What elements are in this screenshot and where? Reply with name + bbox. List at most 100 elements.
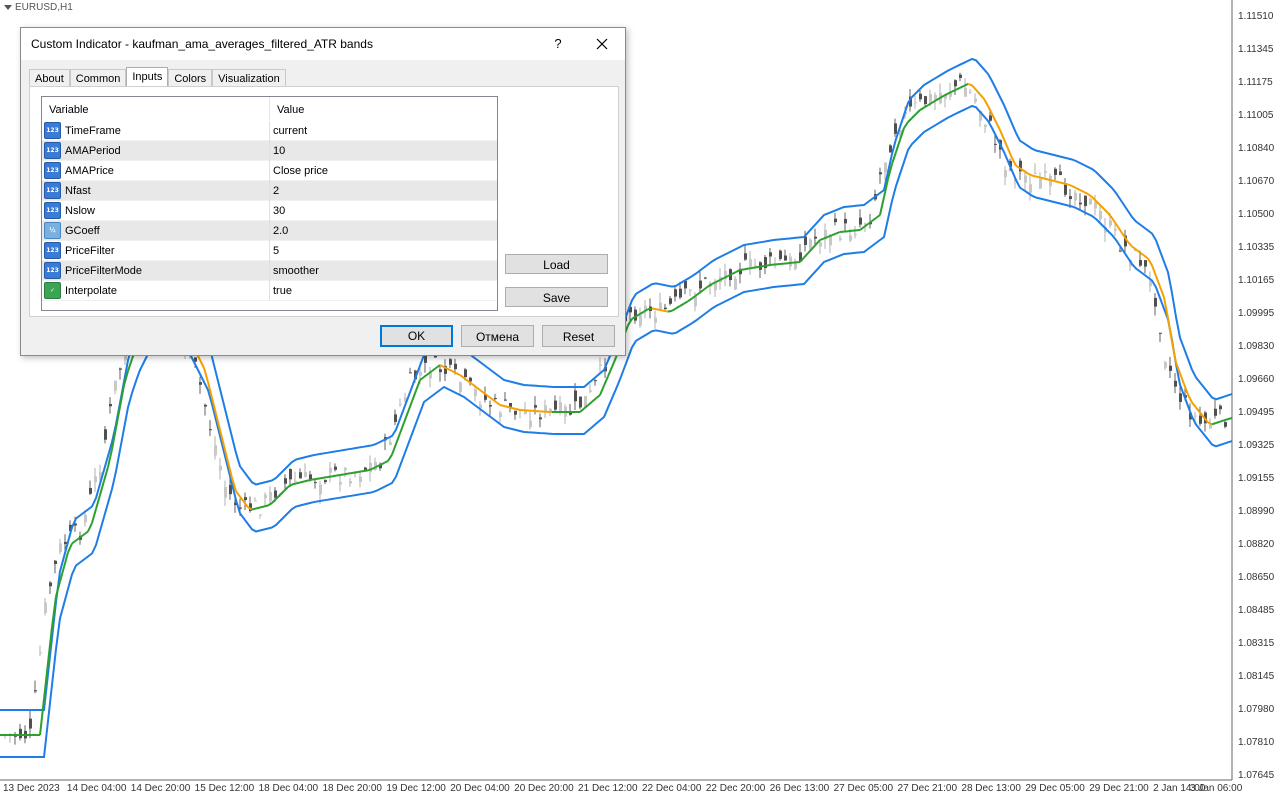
ama-line-segment [307,478,313,482]
input-variable-name: AMAPrice [65,164,114,177]
input-variable-name: AMAPeriod [65,144,121,157]
candle-body [769,252,772,257]
help-button[interactable]: ? [551,36,565,51]
candle-body [1039,178,1042,189]
price-label: 1.10670 [1238,176,1275,187]
ama-line-segment [255,506,261,510]
ama-line-segment [1223,418,1229,422]
ama-line-segment [299,480,305,484]
cancel-button[interactable]: Отмена [461,325,534,347]
save-button[interactable]: Save [505,287,608,307]
input-row[interactable]: ✓ Interpolate true [42,280,497,301]
candle-body [844,218,847,224]
candle-body [659,302,662,309]
candle-body [449,359,452,365]
integer-type-icon: 123 [44,122,61,139]
candle-body [504,399,507,401]
candle-body [969,91,972,93]
input-variable-cell: 123 TimeFrame [42,120,270,141]
close-button[interactable] [589,31,615,57]
ama-line-segment [295,481,301,485]
ama-line-segment [739,268,745,271]
candle-body [1114,228,1117,231]
input-row[interactable]: 123 AMAPeriod 10 [42,140,497,161]
candle-body [219,465,222,471]
ama-line-segment [311,478,317,481]
chart-menu-icon[interactable] [4,5,12,10]
price-label: 1.07980 [1238,704,1275,715]
ok-button[interactable]: OK [380,325,453,347]
input-variable-cell: 123 PriceFilterMode [42,260,270,281]
reset-button[interactable]: Reset [542,325,615,347]
input-value-cell[interactable]: 2 [270,185,279,197]
price-label: 1.09325 [1238,440,1275,451]
candle-body [1094,202,1097,209]
candle-body [989,115,992,121]
candle-body [389,442,392,445]
candle-body [1084,195,1087,206]
ama-line-segment [291,482,297,486]
input-value-cell[interactable]: smoother [270,265,319,277]
time-label: 14 Dec 04:00 [66,783,127,794]
ama-line-segment [1039,176,1045,180]
input-variable-name: Interpolate [65,284,117,297]
input-value-cell[interactable]: 30 [270,205,285,217]
input-row[interactable]: 123 AMAPrice Close price [42,160,497,181]
candle-body [1079,202,1082,205]
candle-body [439,369,442,373]
time-label: 27 Dec 05:00 [833,783,894,794]
candle-body [89,487,92,494]
input-variable-name: GCoeff [65,224,100,237]
candle-body [1224,422,1227,427]
custom-indicator-dialog: Custom Indicator - kaufman_ama_averages_… [20,27,626,356]
ama-line-segment [363,469,369,472]
input-row[interactable]: 123 Nfast 2 [42,180,497,201]
input-variable-name: PriceFilterMode [65,264,143,277]
time-label: 27 Dec 21:00 [897,783,958,794]
candle-body [1069,196,1072,200]
input-variable-cell: ½ GCoeff [42,220,270,241]
candle-body [1109,220,1112,226]
tab-inputs[interactable]: Inputs [126,67,169,88]
input-row[interactable]: 123 Nslow 30 [42,200,497,221]
input-row[interactable]: ½ GCoeff 2.0 [42,220,497,241]
load-button[interactable]: Load [505,254,608,274]
time-label: 18 Dec 20:00 [322,783,382,794]
column-variable[interactable]: Variable [42,97,270,120]
input-value-cell[interactable]: 5 [270,245,279,257]
candle-body [394,414,397,422]
double-type-icon: ½ [44,222,61,239]
dialog-tabs: About Common Inputs Colors Visualization [29,67,286,88]
ama-line-segment [343,472,349,476]
input-row[interactable]: 123 TimeFrame current [42,120,497,141]
candle-body [819,242,822,247]
candle-body [44,602,47,614]
candle-body [1004,170,1007,178]
ama-line-segment [1215,420,1221,424]
candle-body [679,288,682,298]
ama-line-segment [1051,179,1057,183]
candle-body [304,471,307,477]
candle-body [494,398,497,400]
candle-body [539,417,542,420]
candle-body [854,234,857,236]
candle-body [329,467,332,473]
input-value-cell[interactable]: Close price [270,165,328,177]
candle-body [369,463,372,473]
candle-body [789,256,792,267]
column-value[interactable]: Value [270,97,304,120]
close-icon [596,38,608,50]
input-value-cell[interactable]: 10 [270,145,285,157]
time-label: 28 Dec 13:00 [961,783,1021,794]
input-row[interactable]: 123 PriceFilterMode smoother [42,260,497,281]
candle-body [244,497,247,501]
input-value-cell[interactable]: true [270,285,292,297]
input-value-cell[interactable]: current [270,125,307,137]
ama-line-segment [1067,183,1073,187]
dialog-titlebar[interactable]: Custom Indicator - kaufman_ama_averages_… [21,28,625,60]
candle-body [884,162,887,173]
input-row[interactable]: 123 PriceFilter 5 [42,240,497,261]
candle-body [669,298,672,304]
input-value-cell[interactable]: 2.0 [270,225,288,237]
candle-body [749,259,752,267]
